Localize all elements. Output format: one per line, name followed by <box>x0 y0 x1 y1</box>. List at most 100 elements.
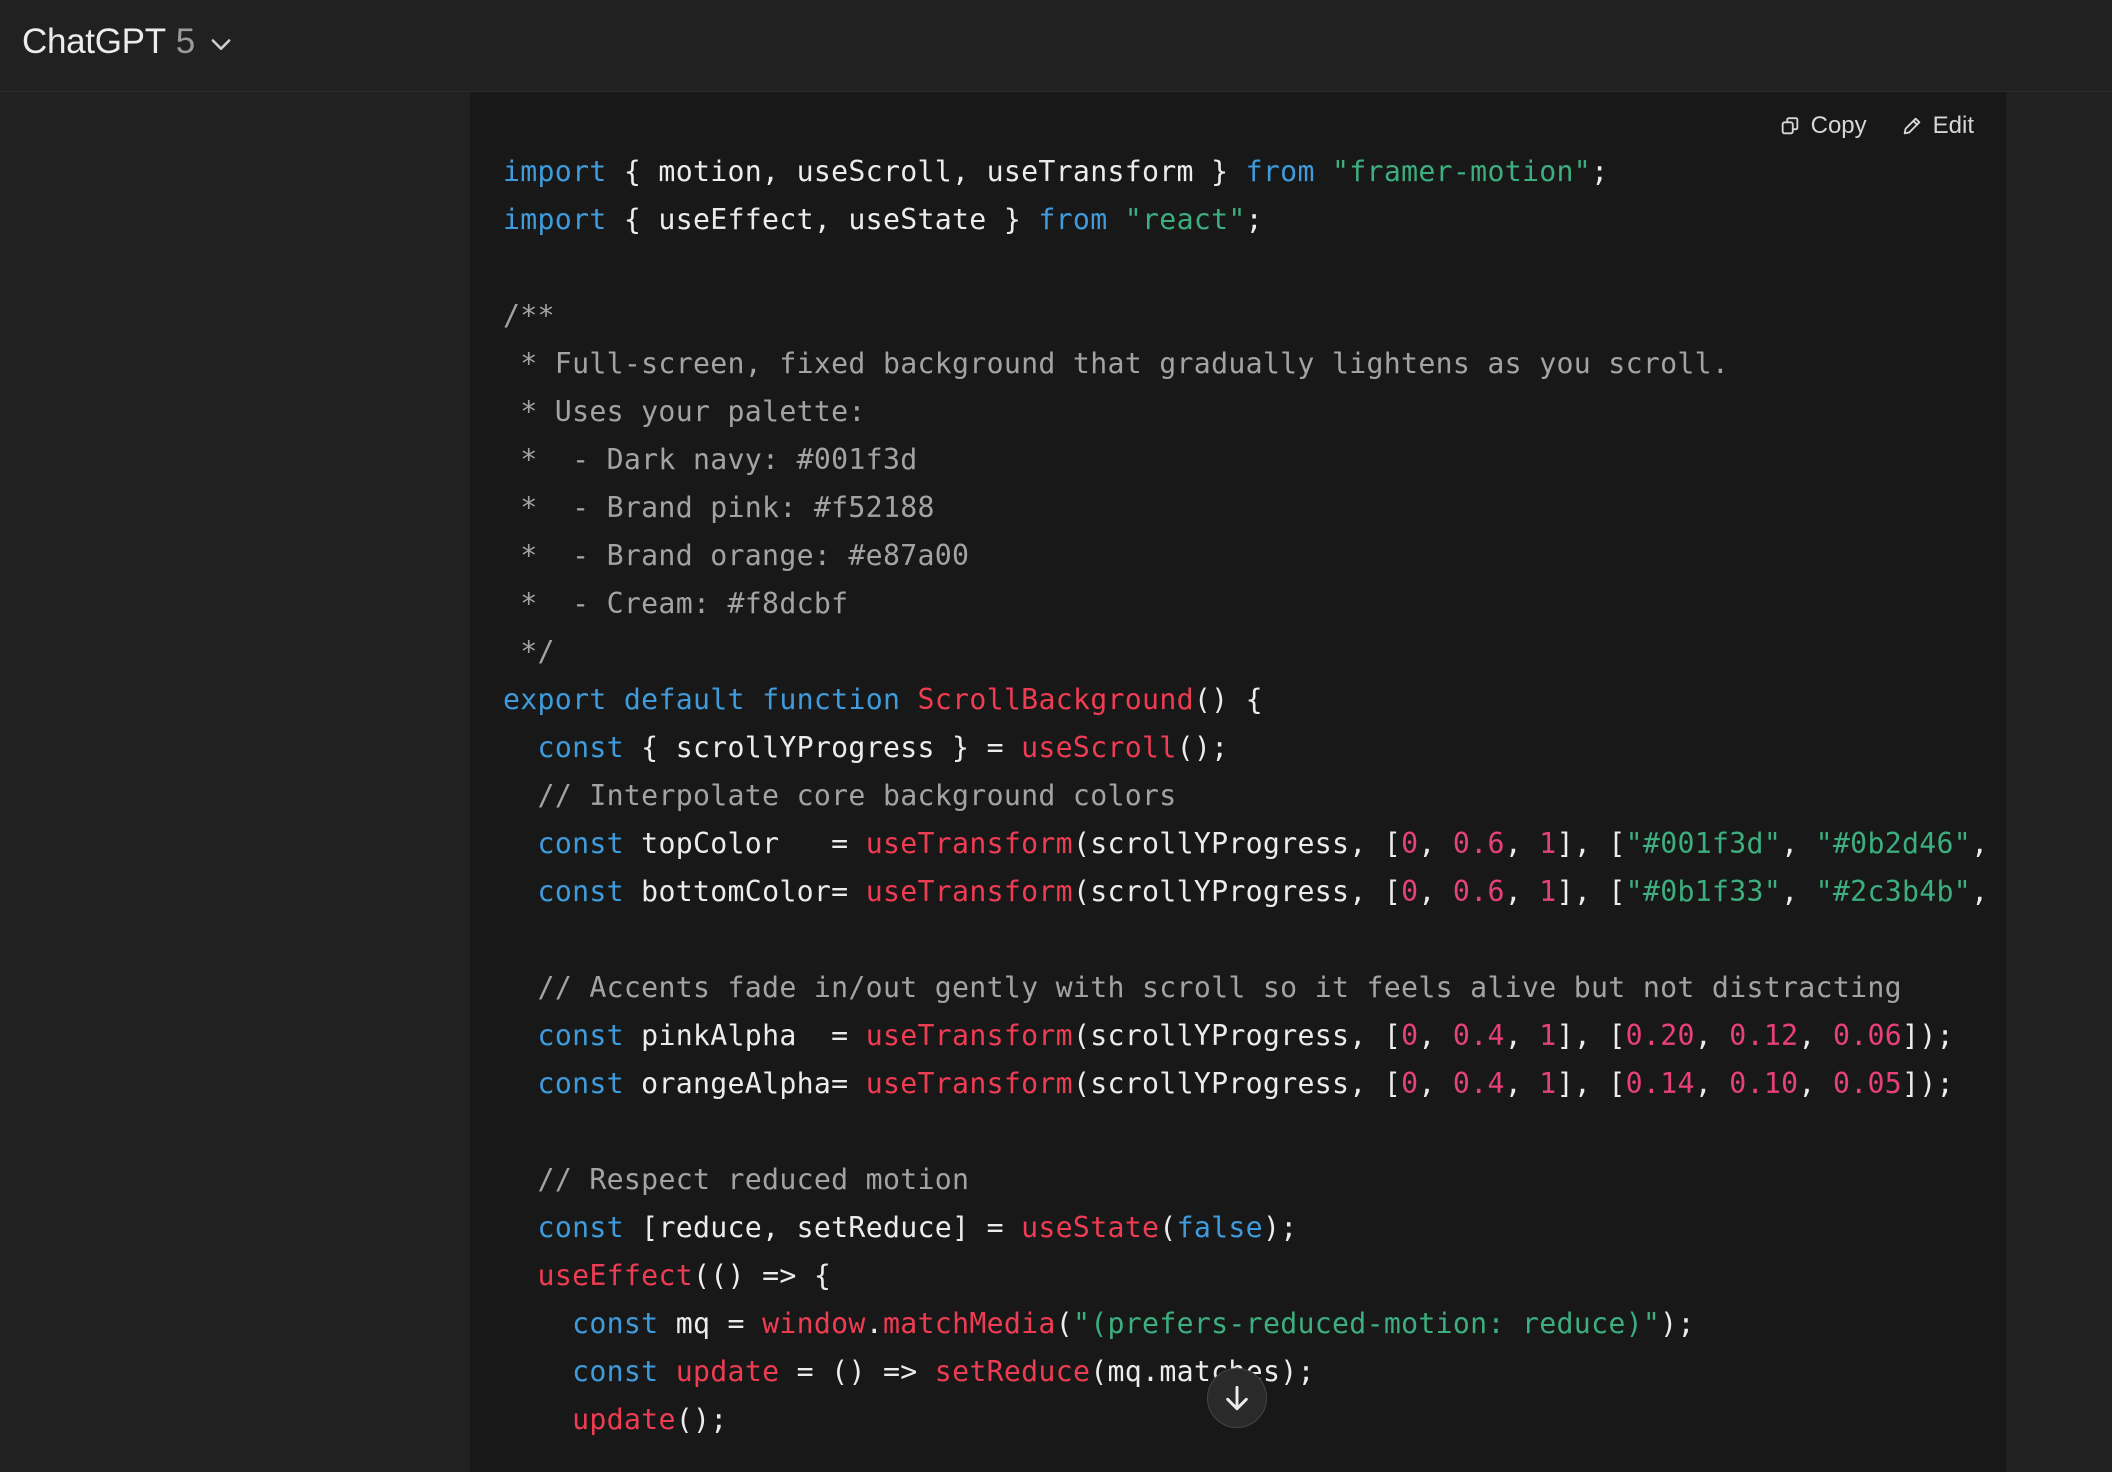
code-token: 0.05 <box>1832 1067 1903 1100</box>
copy-button[interactable]: Copy <box>1779 112 1867 140</box>
code-token: ; <box>1245 203 1263 236</box>
code-token: setReduce <box>934 1355 1091 1388</box>
code-token: function <box>762 683 901 716</box>
code-token: 0.6 <box>1452 827 1505 860</box>
code-token: "(prefers-reduced-motion: reduce)" <box>1072 1307 1661 1340</box>
code-token: 0.14 <box>1625 1067 1695 1100</box>
code-line: const [reduce, setReduce] = useState(fal… <box>503 1204 2006 1252</box>
code-token: from <box>1245 155 1315 188</box>
code-token: , <box>1418 1019 1453 1052</box>
code-token: 1 <box>1539 875 1557 908</box>
code-line: */ <box>503 628 2006 676</box>
code-token: useState <box>1021 1211 1160 1244</box>
code-token: // Interpolate core background colors <box>537 779 1177 812</box>
code-line: * Full-screen, fixed background that gra… <box>503 340 2006 388</box>
code-token: "#001f3d" <box>1625 827 1782 860</box>
code-token: (() => { <box>692 1259 832 1292</box>
code-token: const <box>537 1211 624 1244</box>
code-token: 0.20 <box>1625 1019 1695 1052</box>
code-line: const orangeAlpha= useTransform(scrollYP… <box>503 1060 2006 1108</box>
code-token: 1 <box>1539 827 1557 860</box>
code-token: from <box>1038 203 1108 236</box>
code-token: const <box>572 1307 659 1340</box>
code-line: // Interpolate core background colors <box>503 772 2006 820</box>
code-token: ]); <box>1902 1019 1954 1052</box>
code-token: useEffect <box>537 1259 693 1292</box>
code-token: 0.4 <box>1452 1019 1505 1052</box>
code-token: // Respect reduced motion <box>537 1163 970 1196</box>
code-token: ], [ <box>1556 1067 1626 1100</box>
code-token: ScrollBackground <box>917 683 1194 716</box>
code-token: useTransform <box>865 875 1073 908</box>
edit-button[interactable]: Edit <box>1901 112 1974 140</box>
code-token: /** <box>503 299 555 332</box>
code-token: const <box>537 731 624 764</box>
code-line: * - Brand pink: #f52188 <box>503 484 2006 532</box>
code-line: const mq = window.matchMedia("(prefers-r… <box>503 1300 2006 1348</box>
code-token: ], [ <box>1556 827 1626 860</box>
code-token: ( <box>1159 1211 1177 1244</box>
model-selector[interactable]: ChatGPT 5 <box>22 18 235 66</box>
code-token: const <box>537 1067 624 1100</box>
code-line: // Respect reduced motion <box>503 1156 2006 1204</box>
code-token: , <box>1504 827 1540 860</box>
code-token: = () => <box>779 1355 935 1388</box>
code-token: (scrollYProgress, [ <box>1072 1067 1402 1100</box>
code-line: useEffect(() => { <box>503 1252 2006 1300</box>
code-token: , <box>1781 875 1816 908</box>
code-token: useTransform <box>865 1067 1073 1100</box>
code-token: bottomColor= <box>623 875 866 908</box>
code-token: , <box>1971 827 2006 860</box>
code-token: "#2c3b4b" <box>1815 875 1972 908</box>
code-token: topColor = <box>623 827 866 860</box>
code-token: ]); <box>1902 1067 1954 1100</box>
code-token: , <box>1781 827 1816 860</box>
code-token: "react" <box>1124 203 1246 236</box>
code-token: */ <box>503 635 555 668</box>
code-token: default <box>623 683 745 716</box>
code-line: const bottomColor= useTransform(scrollYP… <box>503 868 2006 916</box>
code-token: (); <box>1176 731 1229 764</box>
code-token: 0.4 <box>1452 1067 1505 1100</box>
code-token: ], [ <box>1556 875 1626 908</box>
code-token: 0 <box>1401 827 1419 860</box>
code-token: () { <box>1193 683 1263 716</box>
code-token: , <box>1971 875 2006 908</box>
code-line: * - Cream: #f8dcbf <box>503 580 2006 628</box>
code-token: (scrollYProgress, [ <box>1072 827 1402 860</box>
code-token: * - Brand pink: #f52188 <box>503 491 935 524</box>
code-token: matchMedia <box>882 1307 1056 1340</box>
code-token: update <box>675 1355 780 1388</box>
code-token: const <box>572 1355 659 1388</box>
code-token: { motion, useScroll, useTransform } <box>606 155 1246 188</box>
code-line: "use client"; <box>503 92 2006 100</box>
code-token: "framer-motion" <box>1332 155 1592 188</box>
code-content: "use client"; import { motion, useScroll… <box>503 92 2006 1444</box>
code-token: , <box>1504 1067 1540 1100</box>
code-token: 1 <box>1539 1067 1557 1100</box>
code-token: useTransform <box>865 1019 1073 1052</box>
code-token: * Uses your palette: <box>503 395 866 428</box>
code-token: (scrollYProgress, [ <box>1072 875 1402 908</box>
code-token: , <box>1694 1019 1730 1052</box>
code-token: . <box>865 1307 883 1340</box>
code-line: const topColor = useTransform(scrollYPro… <box>503 820 2006 868</box>
code-token: ( <box>1055 1307 1073 1340</box>
code-token: update <box>572 1403 676 1436</box>
code-token: 0.6 <box>1452 875 1505 908</box>
scroll-to-bottom-button[interactable] <box>1207 1368 1267 1428</box>
code-token: ], [ <box>1556 1019 1626 1052</box>
